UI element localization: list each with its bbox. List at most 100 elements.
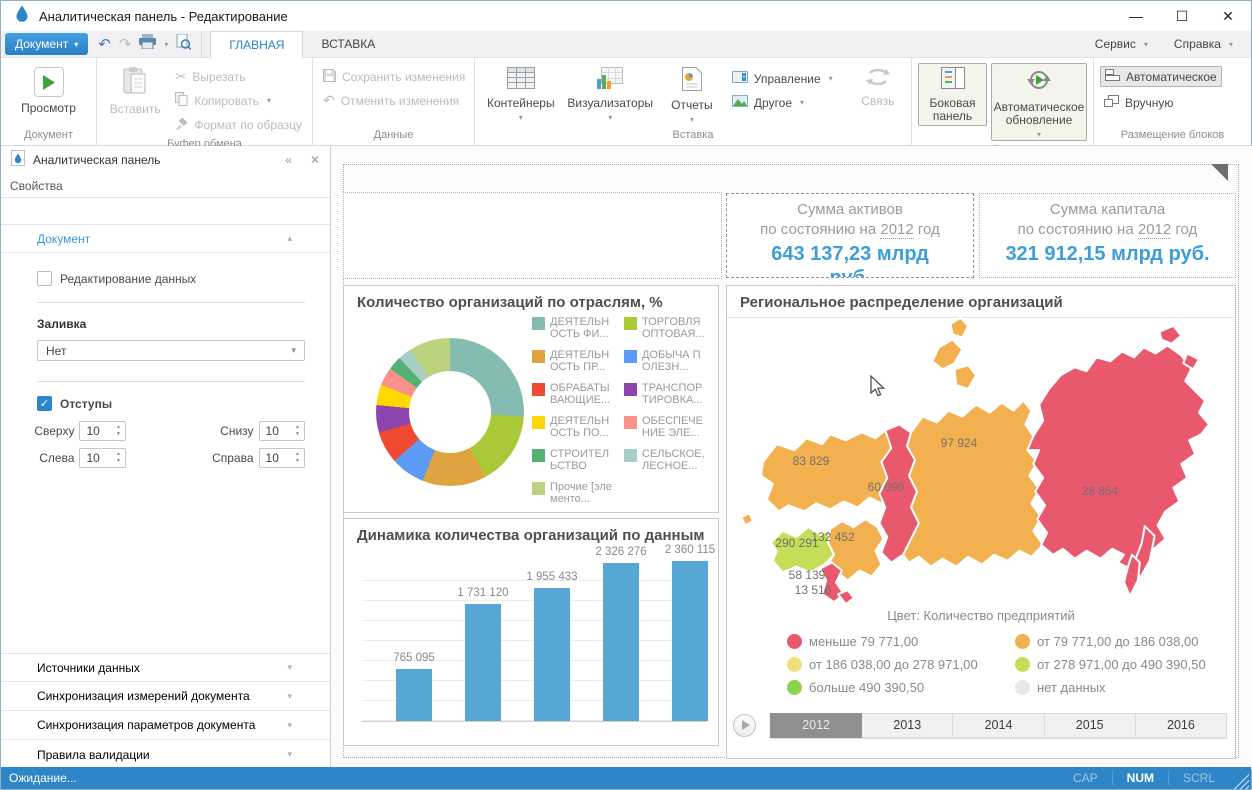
legend-swatch — [787, 680, 802, 695]
legend-swatch — [1015, 657, 1030, 672]
document-menu-button[interactable]: Документ ▾ — [5, 33, 88, 55]
resize-grip[interactable] — [1233, 773, 1249, 789]
chevron-down-icon: ▾ — [287, 749, 292, 760]
paste-button[interactable]: Вставить — [103, 63, 167, 116]
empty-layout-cell[interactable] — [343, 192, 722, 279]
service-menu[interactable]: Сервис▾ — [1095, 37, 1148, 51]
dashboard-canvas[interactable]: Сумма активов по состоянию на 2012 год 6… — [331, 146, 1252, 769]
side-panel-toggle[interactable]: Боковая панель — [918, 63, 987, 126]
format-painter-button[interactable]: Формат по образцу — [171, 114, 306, 135]
bar-2016[interactable]: 2 360 115 — [672, 561, 708, 721]
stepper-arrows-icon[interactable]: ▲▼ — [116, 452, 125, 464]
bar-2012[interactable]: 765 095 — [396, 669, 432, 721]
clipboard-icon — [123, 67, 147, 98]
print-dropdown-icon[interactable]: ▾ — [164, 40, 168, 49]
copy-button[interactable]: Копировать ▾ — [171, 90, 306, 111]
help-menu[interactable]: Справка▾ — [1174, 37, 1233, 51]
legend-swatch — [532, 449, 545, 462]
margins-checkbox[interactable]: ✓ — [37, 396, 52, 411]
chevron-down-icon: ▾ — [1037, 132, 1041, 138]
ribbon-tab-row: Документ ▾ ↶ ↷ ▾ ГЛАВНАЯ ВСТАВКА Сервис▾… — [1, 31, 1251, 58]
ribbon-group-document: Просмотр Документ — [1, 58, 97, 145]
map-region-islands[interactable] — [950, 318, 968, 338]
year-tab-2013[interactable]: 2013 — [862, 713, 953, 738]
minimize-button[interactable]: — — [1113, 1, 1159, 31]
margin-right-stepper[interactable]: 10 ▲▼ — [259, 448, 305, 468]
maximize-button[interactable]: ☐ — [1159, 1, 1205, 31]
cancel-changes-button[interactable]: ↶ Отменить изменения — [319, 90, 469, 111]
redo-icon[interactable]: ↷ — [119, 37, 132, 52]
containers-label: Контейнеры — [487, 97, 555, 110]
map-region-islands[interactable] — [954, 365, 976, 389]
stepper-arrows-icon[interactable]: ▲▼ — [116, 425, 125, 437]
section-sync-dimensions[interactable]: Синхронизация измерений документа ▾ — [1, 682, 330, 711]
donut-legend: ДЕЯТЕЛЬНОСТЬ ФИ... ДЕЯТЕЛЬНОСТЬ ПР... ОБ… — [532, 316, 708, 505]
copy-icon — [175, 92, 188, 109]
chevron-up-icon: ▴ — [287, 233, 292, 244]
other-button[interactable]: Другое ▾ — [728, 92, 837, 113]
edit-data-checkbox[interactable] — [37, 271, 52, 286]
year-selector: 2012 2013 2014 2015 2016 — [733, 710, 1227, 740]
map-panel[interactable]: Региональное распределение организаций — [726, 285, 1236, 759]
bar-2014[interactable]: 1 955 433 — [534, 588, 570, 721]
donut-panel[interactable]: Количество организаций по отраслям, % ДЕ… — [343, 285, 719, 513]
margin-top-stepper[interactable]: 10 ▲▼ — [79, 421, 125, 441]
link-button[interactable]: Связь — [851, 63, 905, 108]
stepper-arrows-icon[interactable]: ▲▼ — [295, 425, 304, 437]
print-icon[interactable] — [139, 34, 156, 54]
stepper-arrows-icon[interactable]: ▲▼ — [295, 452, 304, 464]
play-animation-button[interactable] — [733, 714, 756, 737]
section-document[interactable]: Документ ▴ — [1, 224, 330, 253]
section-sync-parameters[interactable]: Синхронизация параметров документа ▾ — [1, 711, 330, 740]
map-region-fareast[interactable] — [1027, 346, 1209, 569]
year-tab-2012[interactable]: 2012 — [770, 713, 862, 738]
containers-button[interactable]: Контейнеры ▾ — [481, 63, 561, 121]
bar-panel[interactable]: Динамика количества организаций по данны… — [343, 518, 719, 746]
page-corner-handle[interactable] — [1211, 164, 1228, 181]
map-region-siberia[interactable] — [903, 401, 1043, 567]
management-button[interactable]: Управление ▾ — [728, 68, 837, 89]
management-label: Управление — [754, 72, 821, 86]
preview-icon[interactable] — [176, 34, 191, 55]
donut-hole — [409, 371, 491, 453]
auto-refresh-toggle[interactable]: Автоматическое обновление ▾ — [991, 63, 1087, 141]
map-region-kaliningrad[interactable] — [741, 513, 753, 525]
kpi-card-assets[interactable]: Сумма активов по состоянию на 2012 год 6… — [726, 193, 974, 278]
legend-swatch — [624, 383, 637, 396]
cut-button[interactable]: ✂ Вырезать — [171, 66, 306, 87]
map-region-caucasus[interactable] — [838, 590, 854, 604]
map-region-chukotka[interactable] — [1160, 326, 1182, 344]
properties-tab[interactable]: Свойства — [1, 174, 330, 198]
margin-bottom-stepper[interactable]: 10 ▲▼ — [259, 421, 305, 441]
close-button[interactable]: ✕ — [1205, 1, 1251, 31]
preview-button[interactable]: Просмотр — [13, 63, 85, 115]
tab-insert[interactable]: ВСТАВКА — [303, 31, 393, 58]
reports-button[interactable]: Отчеты ▾ — [660, 63, 724, 123]
bar-2013[interactable]: 1 731 120 — [465, 604, 501, 721]
margin-left-stepper[interactable]: 10 ▲▼ — [79, 448, 125, 468]
close-panel-icon[interactable]: ✕ — [310, 153, 320, 167]
section-data-sources[interactable]: Источники данных ▾ — [1, 653, 330, 682]
visualizers-button[interactable]: Визуализаторы ▾ — [565, 63, 656, 121]
collapse-panel-icon[interactable]: « — [285, 153, 292, 167]
year-tab-2015[interactable]: 2015 — [1045, 713, 1136, 738]
manual-layout-button[interactable]: Вручную — [1100, 92, 1222, 113]
save-changes-button[interactable]: Сохранить изменения — [319, 66, 469, 87]
app-window: Аналитическая панель - Редактирование — … — [0, 0, 1252, 790]
margin-right-value: 10 — [260, 451, 296, 465]
bar-2015[interactable]: 2 326 276 — [603, 563, 639, 721]
auto-layout-button[interactable]: Автоматическое — [1100, 66, 1222, 87]
section-validation-rules[interactable]: Правила валидации ▾ — [1, 740, 330, 769]
reports-label: Отчеты — [671, 99, 712, 112]
map-legend-item: нет данных — [1015, 680, 1252, 695]
ribbon-group-data: Сохранить изменения ↶ Отменить изменения… — [313, 58, 475, 145]
map-region-islands[interactable] — [933, 340, 963, 370]
chevron-down-icon: ▾ — [1229, 40, 1233, 49]
tab-home[interactable]: ГЛАВНАЯ — [210, 31, 303, 58]
kpi-card-capital[interactable]: Сумма капитала по состоянию на 2012 год … — [979, 193, 1236, 278]
undo-icon[interactable]: ↶ — [98, 37, 111, 52]
year-tab-2016[interactable]: 2016 — [1136, 713, 1227, 738]
app-drop-icon — [15, 5, 29, 27]
year-tab-2014[interactable]: 2014 — [953, 713, 1044, 738]
fill-select[interactable]: Нет ▾ — [37, 340, 305, 361]
